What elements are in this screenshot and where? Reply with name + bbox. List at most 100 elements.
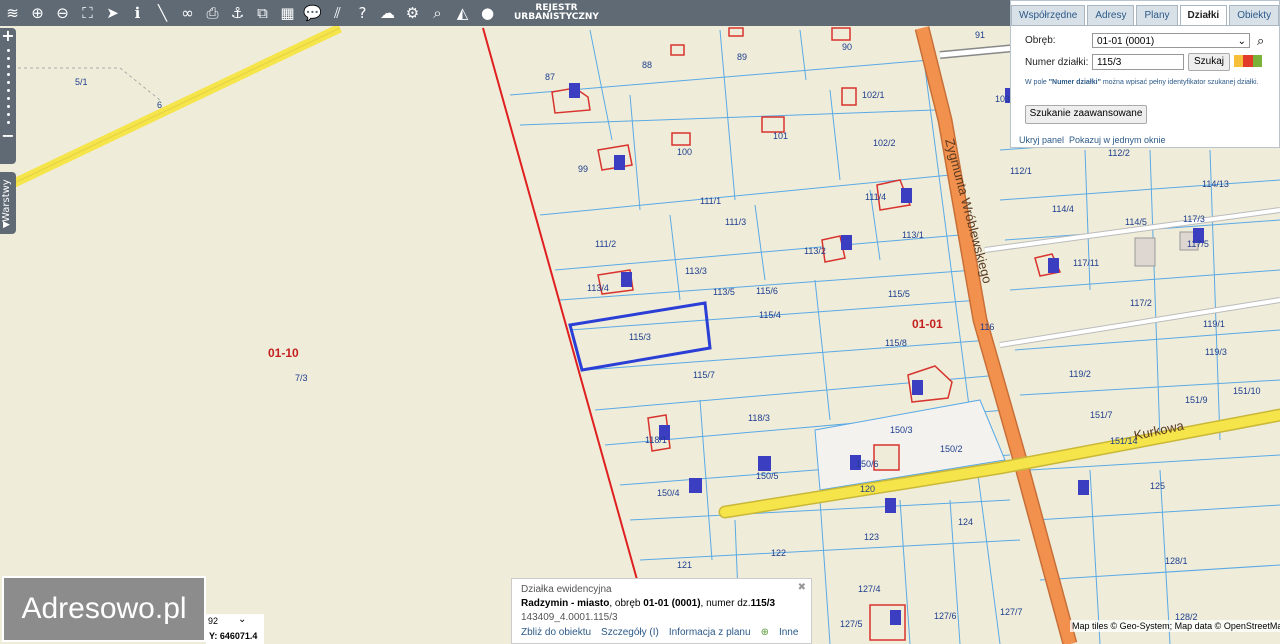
parcel-label[interactable]: 122 — [771, 548, 786, 558]
parcel-label[interactable]: 112/2 — [1108, 148, 1130, 158]
settings-icon[interactable]: ⚙ — [400, 0, 425, 26]
parcel-label[interactable]: 113/2 — [804, 246, 826, 256]
parcel-label[interactable]: 115/6 — [756, 286, 778, 296]
zoom-level-dot[interactable] — [6, 65, 10, 68]
parcel-label[interactable]: 151/10 — [1233, 386, 1261, 396]
parcel-label[interactable]: 115/8 — [885, 338, 907, 348]
parcel-label[interactable]: 118/3 — [748, 413, 770, 423]
parcel-label[interactable]: 91 — [975, 30, 985, 40]
parcel-label[interactable]: 111/3 — [725, 217, 746, 227]
parcel-label[interactable]: 150/4 — [657, 488, 680, 498]
parcel-label[interactable]: 119/3 — [1205, 347, 1227, 357]
parcel-label[interactable]: 5/1 — [75, 77, 88, 87]
parcel-label[interactable]: 88 — [642, 60, 652, 70]
info-link-3[interactable]: Inne — [779, 627, 798, 638]
advanced-search-button[interactable]: Szukanie zaawansowane — [1025, 105, 1147, 124]
parcel-label[interactable]: 112/1 — [1010, 166, 1032, 176]
zoom-level-dot[interactable] — [6, 81, 10, 84]
zoom-in-icon[interactable]: ⊕ — [25, 0, 50, 26]
hide-panel-link[interactable]: Ukryj panel — [1019, 135, 1064, 145]
info-link-1[interactable]: Szczegóły (I) — [601, 627, 659, 638]
close-icon[interactable]: ✖ — [798, 582, 806, 593]
zoom-out-icon[interactable]: ⊖ — [50, 0, 75, 26]
parcel-label[interactable]: 87 — [545, 72, 555, 82]
parcel-label[interactable]: 117/5 — [1187, 239, 1209, 249]
zoom-out-button[interactable]: − — [0, 128, 16, 144]
color-legend-icon[interactable] — [1234, 55, 1262, 67]
parcel-label[interactable]: 150/3 — [890, 425, 913, 435]
share-icon[interactable]: ⧉ — [250, 0, 275, 26]
search-icon[interactable]: ⌕ — [1257, 33, 1264, 49]
tab-obiekty[interactable]: Obiekty — [1229, 5, 1280, 26]
obreb-select[interactable]: 01-01 (0001) ⌄ — [1092, 33, 1250, 48]
numer-dzialki-input[interactable]: 115/3 — [1092, 54, 1184, 70]
zoom-level-dot[interactable] — [6, 121, 10, 124]
parcel-label[interactable]: 115/7 — [693, 370, 715, 380]
measure-line-icon[interactable]: ╲ — [150, 0, 175, 26]
parcel-label[interactable]: 115/5 — [888, 289, 910, 299]
tab-adresy[interactable]: Adresy — [1087, 5, 1135, 26]
parcel-label[interactable]: 111/1 — [700, 196, 721, 206]
layout-icon[interactable]: ▦ — [275, 0, 300, 26]
zoom-level-dot[interactable] — [6, 57, 10, 60]
parcel-label[interactable]: 151/14 — [1110, 436, 1138, 446]
parcel-label[interactable]: 118/1 — [645, 435, 667, 445]
parcel-label[interactable]: 111/2 — [595, 239, 616, 249]
parcel-label[interactable]: 101 — [773, 131, 788, 141]
parcel-label[interactable]: 113/5 — [713, 287, 735, 297]
zoom-level-dot[interactable] — [6, 73, 10, 76]
parcel-label[interactable]: 100 — [677, 147, 692, 157]
search-icon[interactable]: ⌕ — [425, 0, 450, 26]
parcel-label[interactable]: 119/2 — [1069, 369, 1091, 379]
chevron-down-icon[interactable]: ⌄ — [238, 614, 246, 625]
parcel-label[interactable]: 102/1 — [862, 90, 885, 100]
print-icon[interactable]: ⎙ — [200, 0, 225, 26]
parcel-label[interactable]: 89 — [737, 52, 747, 62]
parcel-label[interactable]: 125 — [1150, 481, 1165, 491]
compass-icon[interactable]: ◭ — [450, 0, 475, 26]
parcel-label[interactable]: 150/6 — [856, 459, 879, 469]
parcel-label[interactable]: 127/5 — [840, 619, 863, 629]
zoom-level-dot[interactable] — [6, 89, 10, 92]
parcel-label[interactable]: 117/3 — [1183, 214, 1205, 224]
parcel-label[interactable]: 151/9 — [1185, 395, 1208, 405]
info-link-2[interactable]: Informacja z planu — [669, 627, 751, 638]
parcel-label[interactable]: 111/4 — [865, 192, 886, 202]
parcel-label[interactable]: 102/2 — [873, 138, 896, 148]
parcel-label[interactable]: 7/3 — [295, 373, 308, 383]
info-icon[interactable]: ℹ — [125, 0, 150, 26]
zoom-level-dot[interactable] — [6, 49, 10, 52]
parcel-label[interactable]: 103 — [995, 94, 1010, 104]
help-icon[interactable]: ? — [350, 0, 375, 26]
layers-icon[interactable]: ≋ — [0, 0, 25, 26]
tab-plany[interactable]: Plany — [1136, 5, 1178, 26]
epsg-select-value[interactable]: 92 — [208, 616, 218, 626]
parcel-label[interactable]: 127/7 — [1000, 607, 1023, 617]
parcel-label[interactable]: 150/5 — [756, 471, 779, 481]
parcel-label[interactable]: 127/6 — [934, 611, 957, 621]
user-icon[interactable]: ● — [475, 0, 500, 26]
parcel-label[interactable]: 113/3 — [685, 266, 707, 276]
parcel-label[interactable]: 117/11 — [1073, 258, 1099, 268]
tab-współrzędne[interactable]: Współrzędne — [1011, 5, 1086, 26]
parcel-label[interactable]: 120 — [860, 484, 875, 494]
info-link-0[interactable]: Zbliż do obiektu — [521, 627, 591, 638]
zoom-level-dot[interactable] — [6, 113, 10, 116]
parcel-label[interactable]: 124 — [958, 517, 973, 527]
full-extent-icon[interactable]: ⛶ — [75, 0, 100, 26]
parcel-label[interactable]: 99 — [578, 164, 588, 174]
parcel-label[interactable]: 150/2 — [940, 444, 963, 454]
parcel-label[interactable]: 115/4 — [759, 310, 781, 320]
parcel-label[interactable]: 121 — [677, 560, 692, 570]
parcel-label[interactable]: 127/4 — [858, 584, 881, 594]
parcel-label[interactable]: 114/5 — [1125, 217, 1147, 227]
parcel-label[interactable]: 116 — [980, 322, 994, 332]
layers-tab[interactable]: Warstwy ▶ — [0, 172, 16, 234]
parcel-label[interactable]: 117/2 — [1130, 298, 1152, 308]
zoom-level-dot[interactable] — [6, 97, 10, 100]
parcel-label[interactable]: 151/7 — [1090, 410, 1113, 420]
parcel-label[interactable]: 113/1 — [902, 230, 924, 240]
parcel-label[interactable]: 90 — [842, 42, 852, 52]
hatch-icon[interactable]: ⫽ — [325, 0, 350, 26]
comment-icon[interactable]: 💬 — [300, 0, 325, 26]
